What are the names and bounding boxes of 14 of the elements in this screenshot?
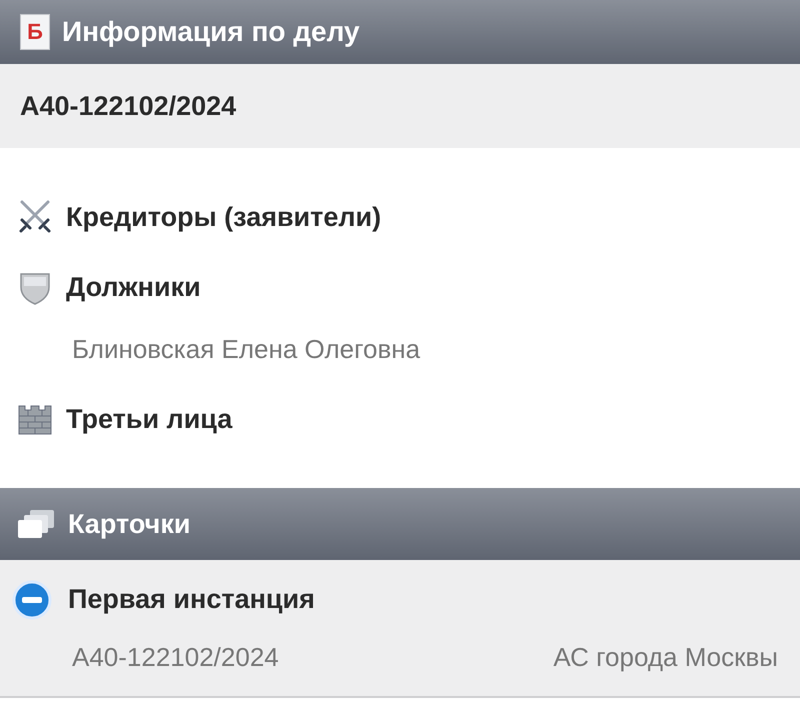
- instance-case-number: А40-122102/2024: [72, 640, 279, 674]
- instance-card[interactable]: Первая инстанция А40-122102/2024 АС города Москвы: [0, 560, 800, 698]
- collapse-icon[interactable]: [12, 580, 52, 620]
- cards-header-title: Карточки: [68, 508, 190, 541]
- case-number: А40-122102/2024: [20, 90, 236, 123]
- document-logo-icon: Б: [20, 14, 50, 50]
- header-title: Информация по делу: [62, 15, 360, 49]
- instance-title: Первая инстанция: [68, 583, 315, 616]
- party-heading[interactable]: Должники: [66, 267, 201, 308]
- stacked-cards-icon: [16, 507, 56, 541]
- party-heading[interactable]: Третьи лица: [66, 398, 232, 440]
- court-name: АС города Москвы: [553, 640, 778, 674]
- party-heading[interactable]: Кредиторы (заявители): [66, 196, 382, 238]
- party-name[interactable]: Блиновская Елена Олеговна: [16, 330, 784, 369]
